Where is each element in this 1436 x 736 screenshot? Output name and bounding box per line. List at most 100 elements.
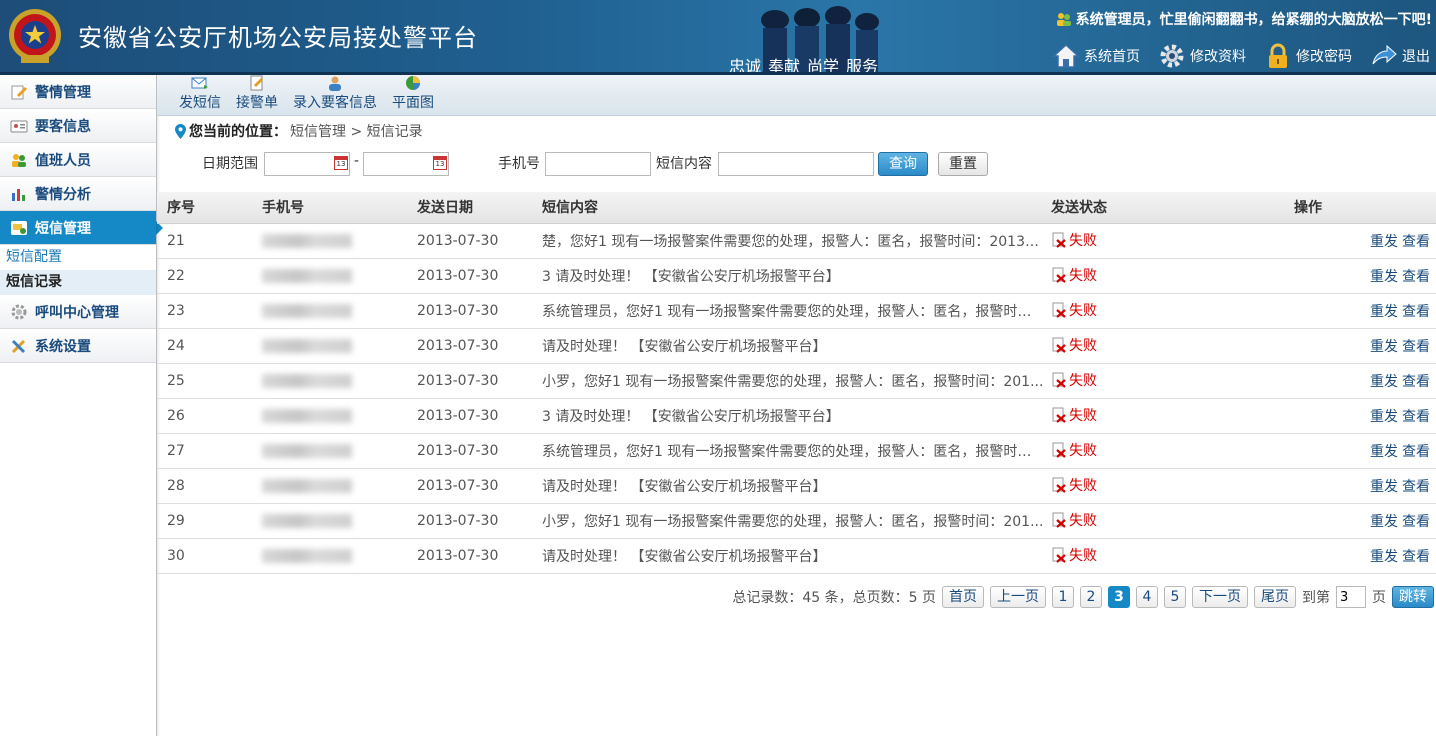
resend-link[interactable]: 重发: [1370, 304, 1398, 320]
cell-status: 失败: [1044, 538, 1294, 574]
breadcrumb: 您当前的位置： 短信管理 > 短信记录: [175, 121, 423, 141]
nav-logout-link[interactable]: 退出: [1370, 42, 1430, 70]
col-header-ops: 操作: [1294, 192, 1436, 224]
view-link[interactable]: 查看: [1402, 269, 1430, 285]
calendar-icon[interactable]: 13: [334, 156, 348, 170]
table-row: 25 2013-07-30 小罗，您好1 现有一场报警案件需要您的处理，报警人：匿名…: [157, 363, 1436, 399]
welcome-text: 系统管理员，忙里偷闲翻翻书，给紧绷的大脑放松一下吧!: [1075, 12, 1432, 28]
send-sms-button[interactable]: 发短信: [179, 75, 221, 115]
floor-plan-button[interactable]: 平面图: [392, 75, 434, 115]
fail-x-icon: [1052, 232, 1066, 248]
breadcrumb-path: 短信管理 > 短信记录: [290, 124, 423, 140]
sidebar-item-vip-info[interactable]: 要客信息: [0, 109, 156, 143]
view-link[interactable]: 查看: [1402, 374, 1430, 390]
sidebar-item-incidents[interactable]: 警情管理: [0, 75, 156, 109]
sidebar-subitem-sms-config[interactable]: 短信配置: [0, 245, 156, 270]
cell-no: 27: [157, 433, 252, 469]
slogan-strip: 忠诚 奉献 尚学 服务: [729, 53, 878, 75]
sidebar-item-analysis[interactable]: 警情分析: [0, 177, 156, 211]
view-link[interactable]: 查看: [1402, 444, 1430, 460]
cell-content: 小罗，您好1 现有一场报警案件需要您的处理，报警人：匿名，报警时间：201...: [532, 363, 1044, 399]
cell-ops: 重发 查看: [1294, 328, 1436, 364]
nav-password-link[interactable]: 修改密码: [1264, 42, 1352, 70]
phone-redacted: [262, 268, 352, 283]
page-4-button[interactable]: 4: [1136, 586, 1158, 608]
prev-page-button[interactable]: 上一页: [990, 586, 1046, 608]
fail-x-icon: [1052, 407, 1066, 423]
cell-date: 2013-07-30: [407, 468, 532, 504]
resend-link[interactable]: 重发: [1370, 479, 1398, 495]
view-link[interactable]: 查看: [1402, 304, 1430, 320]
app-title: 安徽省公安厅机场公安局接处警平台: [78, 24, 478, 52]
resend-link[interactable]: 重发: [1370, 549, 1398, 565]
cell-content: 请及时处理！ 【安徽省公安厅机场报警平台】: [532, 328, 1044, 364]
phone-redacted: [262, 513, 352, 528]
reset-button[interactable]: 重置: [938, 152, 988, 176]
person-icon: [329, 76, 341, 91]
resend-link[interactable]: 重发: [1370, 374, 1398, 390]
cell-date: 2013-07-30: [407, 503, 532, 539]
police-emblem-logo: [9, 9, 61, 63]
resend-link[interactable]: 重发: [1370, 339, 1398, 355]
enter-vip-info-button[interactable]: 录入要客信息: [293, 75, 377, 115]
view-link[interactable]: 查看: [1402, 514, 1430, 530]
col-header-phone: 手机号: [252, 192, 407, 224]
sidebar-item-call-center[interactable]: 呼叫中心管理: [0, 295, 156, 329]
page-1-button[interactable]: 1: [1052, 586, 1074, 608]
status-badge: 失败: [1051, 510, 1097, 530]
cell-date: 2013-07-30: [407, 293, 532, 329]
sidebar-subitem-sms-records[interactable]: 短信记录: [0, 270, 156, 295]
status-text: 失败: [1069, 442, 1097, 459]
cell-phone: [252, 223, 407, 259]
goto-page-input[interactable]: [1336, 586, 1366, 608]
first-page-button[interactable]: 首页: [942, 586, 984, 608]
alarm-form-button[interactable]: 接警单: [236, 75, 278, 115]
table-row: 29 2013-07-30 小罗，您好1 现有一场报警案件需要您的处理，报警人：匿名…: [157, 503, 1436, 539]
view-link[interactable]: 查看: [1402, 479, 1430, 495]
goto-page-button[interactable]: 跳转: [1392, 586, 1434, 608]
send-sms-label: 发短信: [179, 95, 221, 111]
resend-link[interactable]: 重发: [1370, 514, 1398, 530]
query-button[interactable]: 查询: [878, 152, 928, 176]
cell-phone: [252, 328, 407, 364]
page-2-button[interactable]: 2: [1080, 586, 1102, 608]
resend-link[interactable]: 重发: [1370, 269, 1398, 285]
cell-no: 25: [157, 363, 252, 399]
phone-input[interactable]: [545, 152, 651, 176]
table-row: 24 2013-07-30 请及时处理！ 【安徽省公安厅机场报警平台】 失败 重发 查看: [157, 328, 1436, 364]
nav-home-link[interactable]: 系统首页: [1052, 42, 1140, 70]
floor-plan-label: 平面图: [392, 95, 434, 111]
sms-content-input[interactable]: [718, 152, 874, 176]
view-link[interactable]: 查看: [1402, 234, 1430, 250]
view-link[interactable]: 查看: [1402, 339, 1430, 355]
bar-chart-icon: [9, 184, 29, 204]
sidebar-label: 警情管理: [35, 84, 91, 101]
view-link[interactable]: 查看: [1402, 409, 1430, 425]
nav-profile-link[interactable]: 修改资料: [1158, 42, 1246, 70]
fail-x-icon: [1052, 372, 1066, 388]
next-page-button[interactable]: 下一页: [1192, 586, 1248, 608]
last-page-button[interactable]: 尾页: [1254, 586, 1296, 608]
view-link[interactable]: 查看: [1402, 549, 1430, 565]
table-row: 30 2013-07-30 请及时处理！ 【安徽省公安厅机场报警平台】 失败 重发 查看: [157, 538, 1436, 574]
calendar-icon[interactable]: 13: [433, 156, 447, 170]
nav-home-label: 系统首页: [1084, 49, 1140, 65]
sidebar-item-sms[interactable]: 短信管理: [0, 211, 163, 245]
cell-status: 失败: [1044, 503, 1294, 539]
cell-phone: [252, 503, 407, 539]
sidebar: 警情管理 要客信息 值班人员 警情分析 短信管理 短信配置 短信记录 呼叫中心管…: [0, 75, 163, 736]
status-badge: 失败: [1051, 335, 1097, 355]
resend-link[interactable]: 重发: [1370, 234, 1398, 250]
sidebar-item-settings[interactable]: 系统设置: [0, 329, 156, 363]
page-5-button[interactable]: 5: [1164, 586, 1186, 608]
cell-phone: [252, 538, 407, 574]
page-3-button-current[interactable]: 3: [1108, 586, 1130, 608]
cell-content: 系统管理员，您好1 现有一场报警案件需要您的处理，报警人：匿名，报警时间...: [532, 293, 1044, 329]
status-badge: 失败: [1051, 265, 1097, 285]
resend-link[interactable]: 重发: [1370, 409, 1398, 425]
resend-link[interactable]: 重发: [1370, 444, 1398, 460]
phone-redacted: [262, 373, 352, 388]
cell-content: 系统管理员，您好1 现有一场报警案件需要您的处理，报警人：匿名，报警时间...: [532, 433, 1044, 469]
sidebar-item-duty-staff[interactable]: 值班人员: [0, 143, 156, 177]
fail-x-icon: [1052, 477, 1066, 493]
